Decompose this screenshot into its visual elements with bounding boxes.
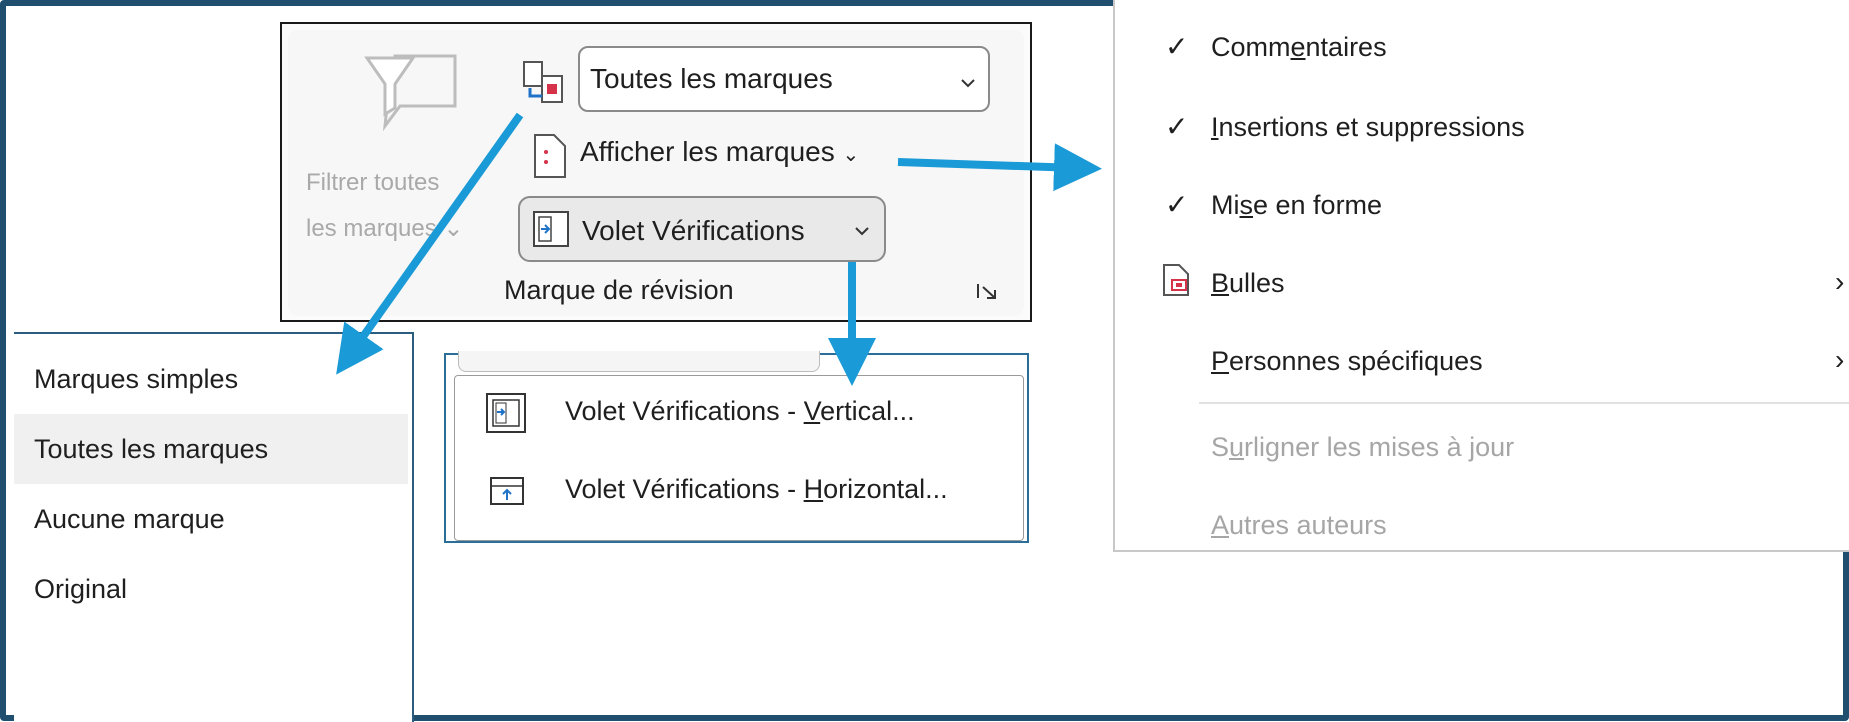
menu-item-all-markup[interactable]: Toutes les marques <box>14 414 408 484</box>
menu-item-specific-people[interactable]: Personnes spécifiques <box>1211 346 1483 377</box>
balloons-icon <box>1163 264 1189 296</box>
item-text: ertical... <box>820 396 915 426</box>
show-markup-label: Afficher les marques <box>580 136 835 167</box>
menu-tab-edge <box>458 351 820 372</box>
chevron-down-icon <box>961 79 975 88</box>
item-text: nsertions et suppressions <box>1218 112 1525 142</box>
filter-comments-icon[interactable] <box>355 46 465 136</box>
item-text: e en forme <box>1253 190 1383 220</box>
menu-separator <box>1199 402 1849 404</box>
markup-display-menu: Marques simples Toutes les marques Aucun… <box>14 332 414 722</box>
menu-item-pane-vertical[interactable]: Volet Vérifications - Vertical... <box>565 396 915 427</box>
check-icon: ✓ <box>1165 111 1189 142</box>
filter-label-line1: Filtrer toutes <box>306 169 440 196</box>
menu-item-pane-horizontal[interactable]: Volet Vérifications - Horizontal... <box>565 474 948 505</box>
item-text: Volet Vérifications - <box>565 474 804 504</box>
show-markup-menu: ✓ Commentaires ✓ Insertions et suppressi… <box>1113 0 1849 552</box>
group-label: Marque de révision <box>504 275 734 305</box>
item-accel: P <box>1211 346 1230 376</box>
item-text: ntaires <box>1305 32 1387 62</box>
menu-item-insertions-deletions[interactable]: Insertions et suppressions <box>1211 112 1525 143</box>
item-text: Mi <box>1211 190 1240 220</box>
item-accel: H <box>803 474 824 504</box>
item-accel: V <box>803 396 821 426</box>
menu-item-balloons[interactable]: Bulles <box>1211 268 1285 299</box>
reviewing-pane-icon <box>533 211 569 247</box>
reviewing-pane-menu-frame: Volet Vérifications - Vertical... Volet … <box>444 351 1029 543</box>
item-text: utres auteurs <box>1229 510 1387 540</box>
chevron-down-icon: ⌄ <box>842 144 860 166</box>
filter-label-line2-text: les marques <box>306 215 437 242</box>
item-text: Comm <box>1211 32 1291 62</box>
item-text: rligner les mises à jour <box>1244 432 1515 462</box>
markup-combo-value: Toutes les marques <box>590 63 833 94</box>
reviewing-pane-label: Volet Vérifications <box>582 215 805 246</box>
menu-item-original[interactable]: Original <box>14 554 408 624</box>
menu-item-comments[interactable]: Commentaires <box>1211 32 1387 63</box>
menu-item-no-markup[interactable]: Aucune marque <box>14 484 408 554</box>
menu-item-formatting[interactable]: Mise en forme <box>1211 190 1382 221</box>
markup-display-combo[interactable]: Toutes les marques <box>578 46 990 112</box>
chevron-down-icon <box>855 227 869 236</box>
item-accel: e <box>1290 32 1306 62</box>
chevron-down-icon: ⌄ <box>443 215 464 242</box>
dialog-launcher-icon[interactable] <box>975 282 999 302</box>
menu-item-simple-markup[interactable]: Marques simples <box>14 344 408 414</box>
display-for-review-icon <box>523 61 563 103</box>
item-accel: s <box>1239 190 1254 220</box>
check-icon: ✓ <box>1165 189 1189 220</box>
item-text: ulles <box>1229 268 1285 298</box>
vertical-pane-icon <box>486 393 526 433</box>
item-accel: u <box>1229 432 1245 462</box>
item-accel: B <box>1211 268 1230 298</box>
chevron-right-icon: › <box>1835 344 1845 375</box>
show-markup-button[interactable]: Afficher les marques ⌄ <box>580 136 859 168</box>
filter-label-line2: les marques ⌄ <box>306 206 506 252</box>
item-accel: A <box>1211 510 1230 540</box>
item-accel: I <box>1211 112 1219 142</box>
item-text: orizontal... <box>823 474 948 504</box>
item-text: ersonnes spécifiques <box>1229 346 1483 376</box>
filter-all-markup-label[interactable]: Filtrer toutes les marques ⌄ <box>306 160 506 252</box>
check-icon: ✓ <box>1165 31 1189 62</box>
reviewing-pane-button[interactable]: Volet Vérifications <box>518 196 886 262</box>
item-text: Volet Vérifications - <box>565 396 804 426</box>
menu-item-other-authors: Autres auteurs <box>1211 510 1387 541</box>
show-markup-icon <box>534 134 566 178</box>
chevron-right-icon: › <box>1835 266 1845 297</box>
horizontal-pane-icon <box>490 477 524 505</box>
reviewing-pane-menu: Volet Vérifications - Vertical... Volet … <box>454 375 1024 541</box>
item-text: S <box>1211 432 1230 462</box>
menu-item-highlight-updates: Surligner les mises à jour <box>1211 432 1514 463</box>
